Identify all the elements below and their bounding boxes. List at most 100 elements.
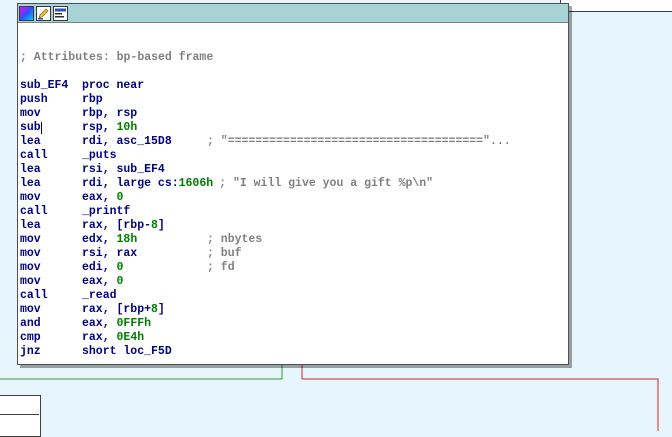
operands: rsi, rax [82,247,207,261]
operand-text[interactable]: rbp, rsp [82,107,137,120]
operand-text[interactable]: _read [82,289,117,302]
proc-header-line[interactable]: sub_EF4 proc near [20,79,566,93]
instruction-line[interactable]: lea rax, [rbp-8] [20,219,566,233]
instruction-line[interactable]: and eax, 0FFFh [20,317,566,331]
proc-name[interactable]: sub_EF4 [20,79,82,93]
inline-comment: ; buf [207,247,242,260]
instruction-line[interactable]: mov rax, [rbp+8] [20,303,566,317]
mnemonic: mov [20,261,41,274]
inline-comment: ; fd [207,261,235,274]
operand-text[interactable]: rax, [rbp+ [82,303,151,316]
immediate-value: 0E4h [116,331,145,344]
basic-block-node[interactable]: ; Attributes: bp-based frame sub_EF4 proc… [17,3,569,365]
operands: _puts [82,149,117,163]
operand-text[interactable]: _printf [82,205,130,218]
mnemonic: mov [20,233,41,246]
instruction-line[interactable]: lea rdi, asc_15D8 ; "=====================… [20,135,566,149]
operand-text[interactable]: rsi, sub_EF4 [82,163,165,176]
instruction-line[interactable]: lea rsi, sub_EF4 [20,163,566,177]
operands: edi, 0 [82,261,207,275]
operand-text[interactable]: short loc_F5D [82,345,172,358]
operands: eax, 0FFFh [82,317,151,331]
operands: rax, [rbp+8] [82,303,165,317]
mnemonic: lea [20,163,41,176]
inline-comment: ; "I will give you a gift %p\n" [219,177,434,190]
instruction-line[interactable]: mov eax, 0 [20,191,566,205]
immediate-value: 8 [151,303,158,316]
operands: eax, 0 [82,191,123,205]
immediate-value: 1606h [178,177,214,190]
operand-text[interactable]: eax, [82,317,117,330]
instruction-line[interactable]: mov rbp, rsp [20,107,566,121]
immediate-value: 0 [116,191,124,204]
immediate-value: 10h [116,121,138,134]
operand-text[interactable]: _puts [82,149,117,162]
proc-keyword: proc near [82,79,145,92]
instruction-line[interactable]: lea rdi, large cs:1606h ; "I will give you… [20,177,566,191]
mnemonic: lea [20,135,41,148]
mnemonic: call [20,289,48,302]
operands: _read [82,289,117,303]
instruction-list[interactable]: push rbp mov rbp, rsp sub rsp, 10h lea rdi, asc… [20,93,566,359]
mnemonic: mov [20,247,41,260]
instruction-line[interactable]: mov edi, 0; fd [20,261,566,275]
operands: rdi, large cs:1606h [82,177,213,191]
operand-text[interactable]: rdi, large cs: [82,177,179,190]
mnemonic: mov [20,303,41,316]
instruction-line[interactable]: mov rsi, rax ; buf [20,247,566,261]
operand-text[interactable]: rdi, asc_15D8 [82,135,172,148]
operand-text[interactable]: rax, [rbp- [82,219,151,232]
instruction-line[interactable]: jnz short loc_F5D [20,345,566,359]
instruction-line[interactable]: sub rsp, 10h [20,121,566,135]
color-palette-icon[interactable] [19,5,34,21]
mnemonic: mov [20,107,41,120]
instruction-line[interactable]: cmp rax, 0E4h [20,331,566,345]
instruction-line[interactable]: call _printf [20,205,566,219]
operands: edx, 18h [82,233,207,247]
red-edge-false-branch [301,362,659,431]
mnemonic: cmp [20,331,41,344]
instruction-line[interactable]: call _read [20,289,566,303]
operand-text[interactable]: edx, [82,233,117,246]
operand-text[interactable]: eax, [82,275,117,288]
operand-text[interactable]: rax, [82,331,117,344]
inline-comment: ; "=====================================… [207,135,511,148]
operand-text[interactable]: rbp [82,93,103,106]
instruction-line[interactable]: call _puts [20,149,566,163]
disassembly-listing[interactable]: ; Attributes: bp-based frame sub_EF4 proc… [18,23,568,359]
operand-text[interactable]: rsp, [82,121,117,134]
instruction-line[interactable]: mov edx, 18h; nbytes [20,233,566,247]
mnemonic: lea [20,177,41,190]
operands: rbp, rsp [82,107,137,121]
operands: rax, [rbp-8] [82,219,165,233]
operands: rsp, 10h [82,121,137,135]
mnemonic: call [20,205,48,218]
immediate-value: 18h [116,233,138,246]
operands: rbp [82,93,103,107]
node-titlebar[interactable] [18,4,568,23]
instruction-line[interactable]: mov eax, 0 [20,275,566,289]
operand-text[interactable]: edi, [82,261,117,274]
operands: rdi, asc_15D8 [82,135,207,149]
immediate-value: 0 [116,275,124,288]
operand-text[interactable]: eax, [82,191,117,204]
mnemonic: lea [20,219,41,232]
mnemonic: and [20,317,41,330]
comment-text: ; Attributes: bp-based frame [20,51,214,64]
operands: rax, 0E4h [82,331,144,345]
immediate-value: 0 [116,261,124,274]
operand-suffix: ] [157,303,165,316]
edit-node-icon[interactable] [36,5,51,21]
immediate-value: 8 [151,219,158,232]
operand-suffix: ] [157,219,165,232]
graph-overview-icon[interactable] [53,5,68,21]
operand-text[interactable]: rsi, rax [82,247,137,260]
mnemonic: jnz [20,345,41,358]
mnemonic: call [20,149,48,162]
instruction-line[interactable]: push rbp [20,93,566,107]
operands: eax, 0 [82,275,123,289]
operands: _printf [82,205,130,219]
